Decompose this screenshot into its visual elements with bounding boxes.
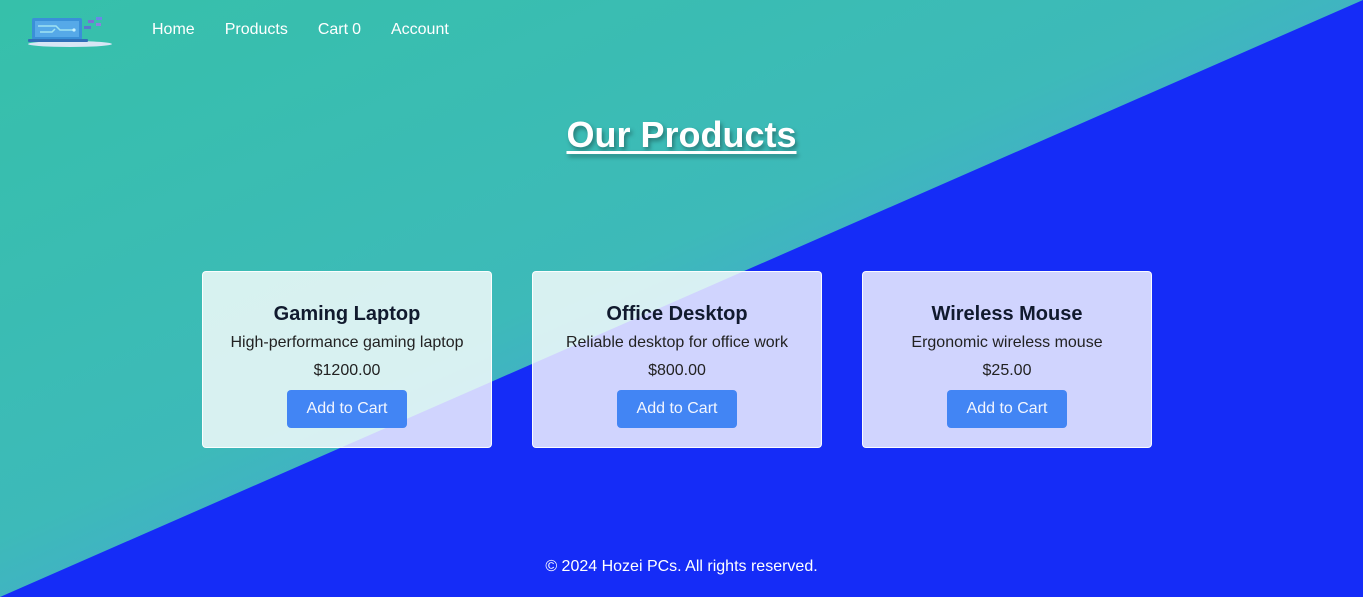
page-title: Our Products [566, 114, 797, 155]
nav-cart-label: Cart [317, 21, 349, 38]
cart-count: 0 [352, 21, 361, 38]
product-description: High-performance gaming laptop [230, 334, 464, 351]
product-list: Gaming Laptop High-performance gaming la… [202, 271, 1152, 448]
product-price: $25.00 [982, 362, 1032, 379]
nav-products-label: Products [224, 21, 288, 38]
add-to-cart-button[interactable]: Add to Cart [947, 390, 1067, 428]
product-card: Gaming Laptop High-performance gaming la… [202, 271, 492, 448]
nav-products-link[interactable]: Products [225, 20, 288, 40]
product-card: Office Desktop Reliable desktop for offi… [532, 271, 822, 448]
nav-home-link[interactable]: Home [152, 20, 195, 40]
footer-copyright: © 2024 Hozei PCs. All rights reserved. [545, 558, 818, 575]
product-name: Wireless Mouse [931, 303, 1083, 325]
product-description: Ergonomic wireless mouse [911, 334, 1103, 351]
main-nav: Home Products Cart 0 Account [152, 20, 449, 40]
product-description: Reliable desktop for office work [565, 334, 789, 351]
nav-account-label: Account [390, 21, 449, 38]
product-price: $1200.00 [313, 362, 381, 379]
site-header: Home Products Cart 0 Account [0, 0, 1363, 62]
product-name: Gaming Laptop [273, 303, 421, 325]
product-name: Office Desktop [606, 303, 748, 325]
nav-home-label: Home [152, 21, 195, 38]
site-footer: © 2024 Hozei PCs. All rights reserved. [0, 558, 1363, 576]
nav-account-link[interactable]: Account [391, 20, 449, 40]
site-logo-icon[interactable] [26, 14, 114, 48]
add-to-cart-button[interactable]: Add to Cart [617, 390, 737, 428]
product-price: $800.00 [648, 362, 706, 379]
product-card: Wireless Mouse Ergonomic wireless mouse … [862, 271, 1152, 448]
nav-cart-link[interactable]: Cart 0 [318, 20, 361, 40]
add-to-cart-button[interactable]: Add to Cart [287, 390, 407, 428]
